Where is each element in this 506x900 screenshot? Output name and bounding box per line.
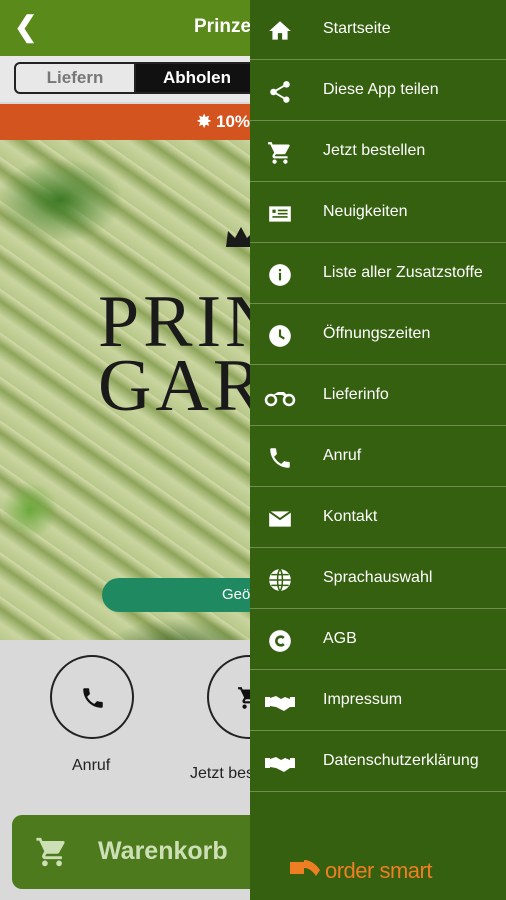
back-arrow-icon[interactable]: ❮ [14, 13, 42, 42]
menu-item-contact[interactable]: Kontakt [250, 488, 506, 548]
menu-item-label: Kontakt [323, 508, 378, 525]
menu-item-label: Anruf [323, 447, 362, 464]
menu-item-label: AGB [323, 630, 357, 647]
share-icon [270, 81, 290, 103]
menu-item-news[interactable]: Neuigkeiten [250, 183, 506, 243]
order-smart-logo-icon [290, 860, 320, 876]
menu-item-privacy[interactable]: Datenschutzerklärung [250, 732, 506, 792]
menu-item-delivery-info[interactable]: Lieferinfo [250, 366, 506, 426]
menu-item-additives[interactable]: Liste aller Zusatzstoffe [250, 244, 506, 304]
tab-abholen[interactable]: Abholen [134, 62, 260, 94]
menu-item-opening-hours[interactable]: Öffnungszeiten [250, 305, 506, 365]
navigation-drawer: Startseite Diese App teilen Jetzt bestel… [250, 0, 506, 900]
home-icon [269, 21, 291, 40]
discount-badge-icon: ✸ [197, 112, 212, 131]
menu-item-label: Liste aller Zusatzstoffe [323, 264, 483, 281]
promo-percent: 10% [215, 112, 251, 131]
promo-text: ✸ 10% [197, 112, 250, 132]
globe-icon [269, 568, 291, 592]
copyright-icon [269, 630, 291, 652]
menu-item-startseite[interactable]: Startseite [250, 0, 506, 60]
cart-label: Warenkorb [98, 837, 228, 865]
cart-icon [268, 142, 290, 164]
menu-item-terms[interactable]: AGB [250, 610, 506, 670]
handshake-icon [265, 757, 295, 772]
menu-item-label: Lieferinfo [323, 386, 389, 403]
clock-icon [269, 325, 291, 347]
menu-item-language[interactable]: Sprachauswahl [250, 549, 506, 609]
menu-item-label: Öffnungszeiten [323, 325, 431, 342]
menu-item-label: Impressum [323, 691, 403, 708]
call-button[interactable] [50, 655, 134, 739]
menu-item-label: Neuigkeiten [323, 203, 408, 220]
menu-item-label: Jetzt bestellen [323, 142, 426, 159]
menu-item-imprint[interactable]: Impressum [250, 671, 506, 731]
info-icon [269, 264, 291, 286]
tab-liefern[interactable]: Liefern [14, 62, 136, 94]
cart-icon [36, 837, 65, 867]
menu-item-label: Diese App teilen [323, 81, 439, 98]
menu-item-share[interactable]: Diese App teilen [250, 61, 506, 121]
menu-item-label: Sprachauswahl [323, 569, 433, 586]
menu-item-order[interactable]: Jetzt bestellen [250, 122, 506, 182]
menu-item-call[interactable]: Anruf [250, 427, 506, 487]
motorbike-icon [264, 392, 296, 407]
brand-name: order smart [325, 858, 432, 883]
phone-icon [270, 448, 290, 468]
mail-icon [268, 510, 292, 527]
phone-icon [83, 688, 103, 708]
menu-item-label: Datenschutzerklärung [323, 752, 479, 769]
call-label: Anruf [72, 757, 111, 774]
handshake-icon [265, 696, 295, 711]
menu-item-label: Startseite [323, 20, 391, 37]
news-icon [269, 206, 291, 222]
